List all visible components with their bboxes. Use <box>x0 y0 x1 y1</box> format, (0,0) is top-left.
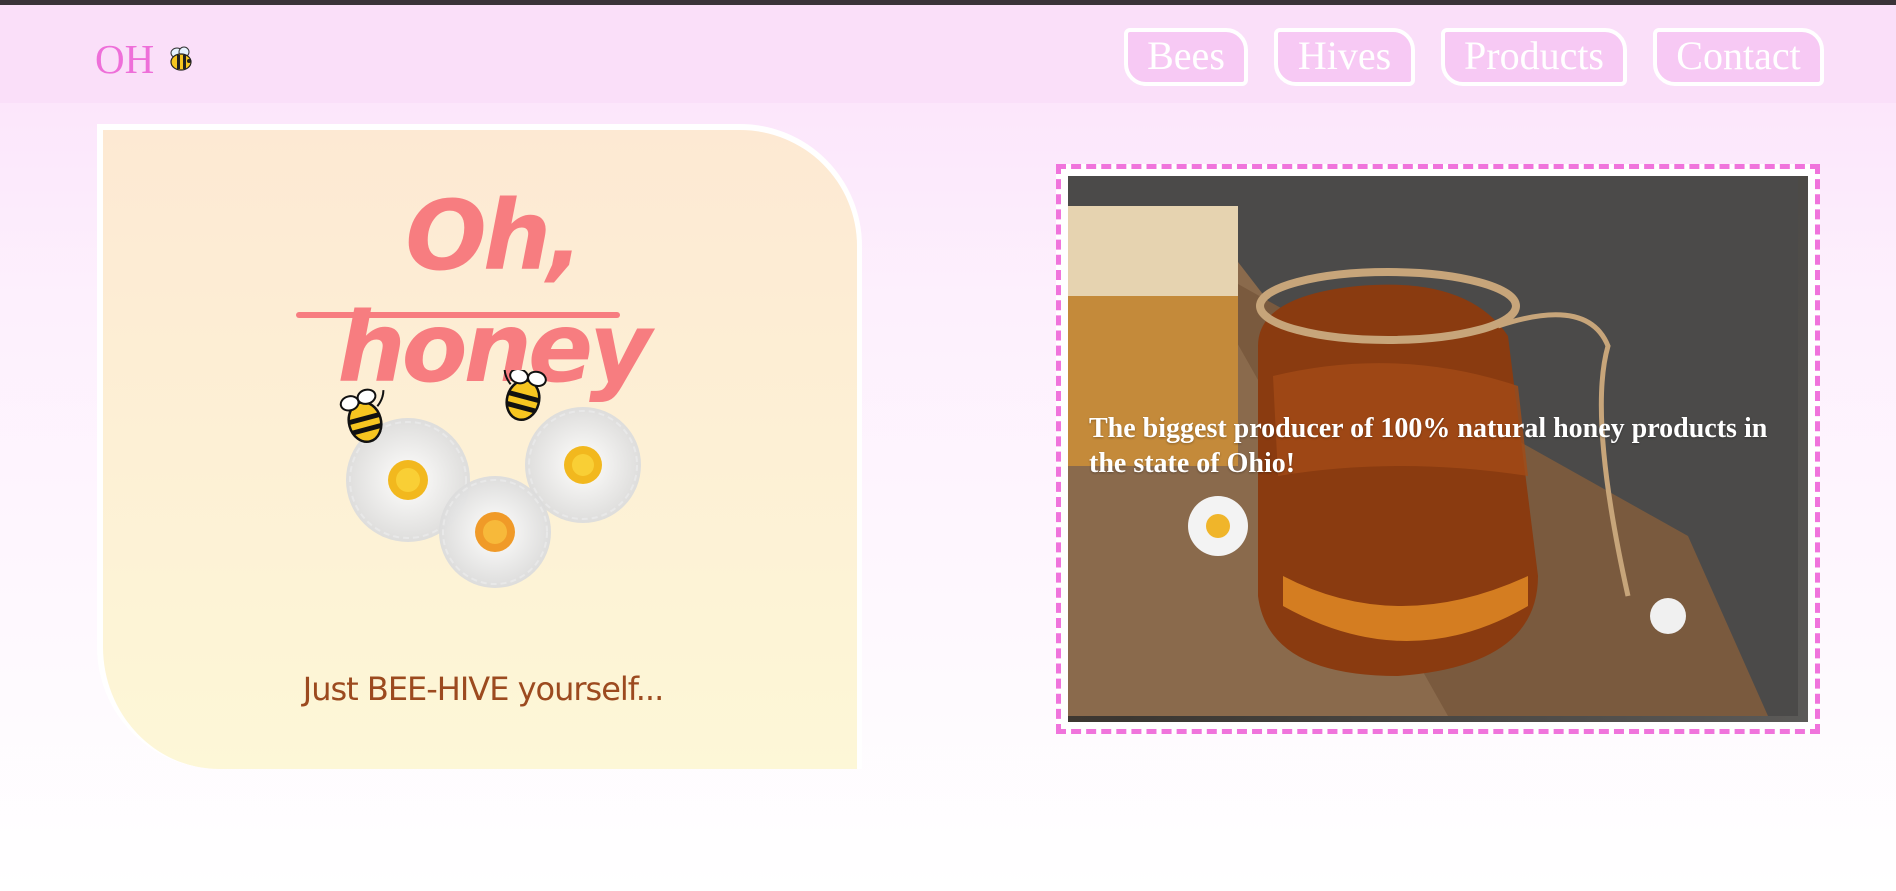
navbar: OH Bees Hives Products Contact <box>0 5 1896 103</box>
nav-bees-button[interactable]: Bees <box>1124 28 1248 86</box>
feature-image-frame: The biggest producer of 100% natural hon… <box>1056 164 1820 734</box>
honey-jar-photo: The biggest producer of 100% natural hon… <box>1068 176 1808 722</box>
hero-title-underline <box>296 312 620 318</box>
nav-contact-button[interactable]: Contact <box>1653 28 1824 86</box>
bee-right <box>503 370 547 422</box>
main-nav: Bees Hives Products Contact <box>1124 28 1824 86</box>
hero-tagline: Just BEE-HIVE yourself... <box>302 670 664 708</box>
hero-card: Oh, honey Just BEE-HIVE yourself... <box>97 124 862 769</box>
feature-caption: The biggest producer of 100% natural hon… <box>1089 413 1768 479</box>
daisy-center <box>439 476 551 588</box>
bee-icon <box>170 46 192 71</box>
nav-hives-button[interactable]: Hives <box>1274 28 1415 86</box>
daisies-with-bees-illustration <box>339 370 641 588</box>
site-logo[interactable]: OH <box>95 35 196 83</box>
nav-products-button[interactable]: Products <box>1441 28 1627 86</box>
logo-text: OH <box>95 36 155 82</box>
